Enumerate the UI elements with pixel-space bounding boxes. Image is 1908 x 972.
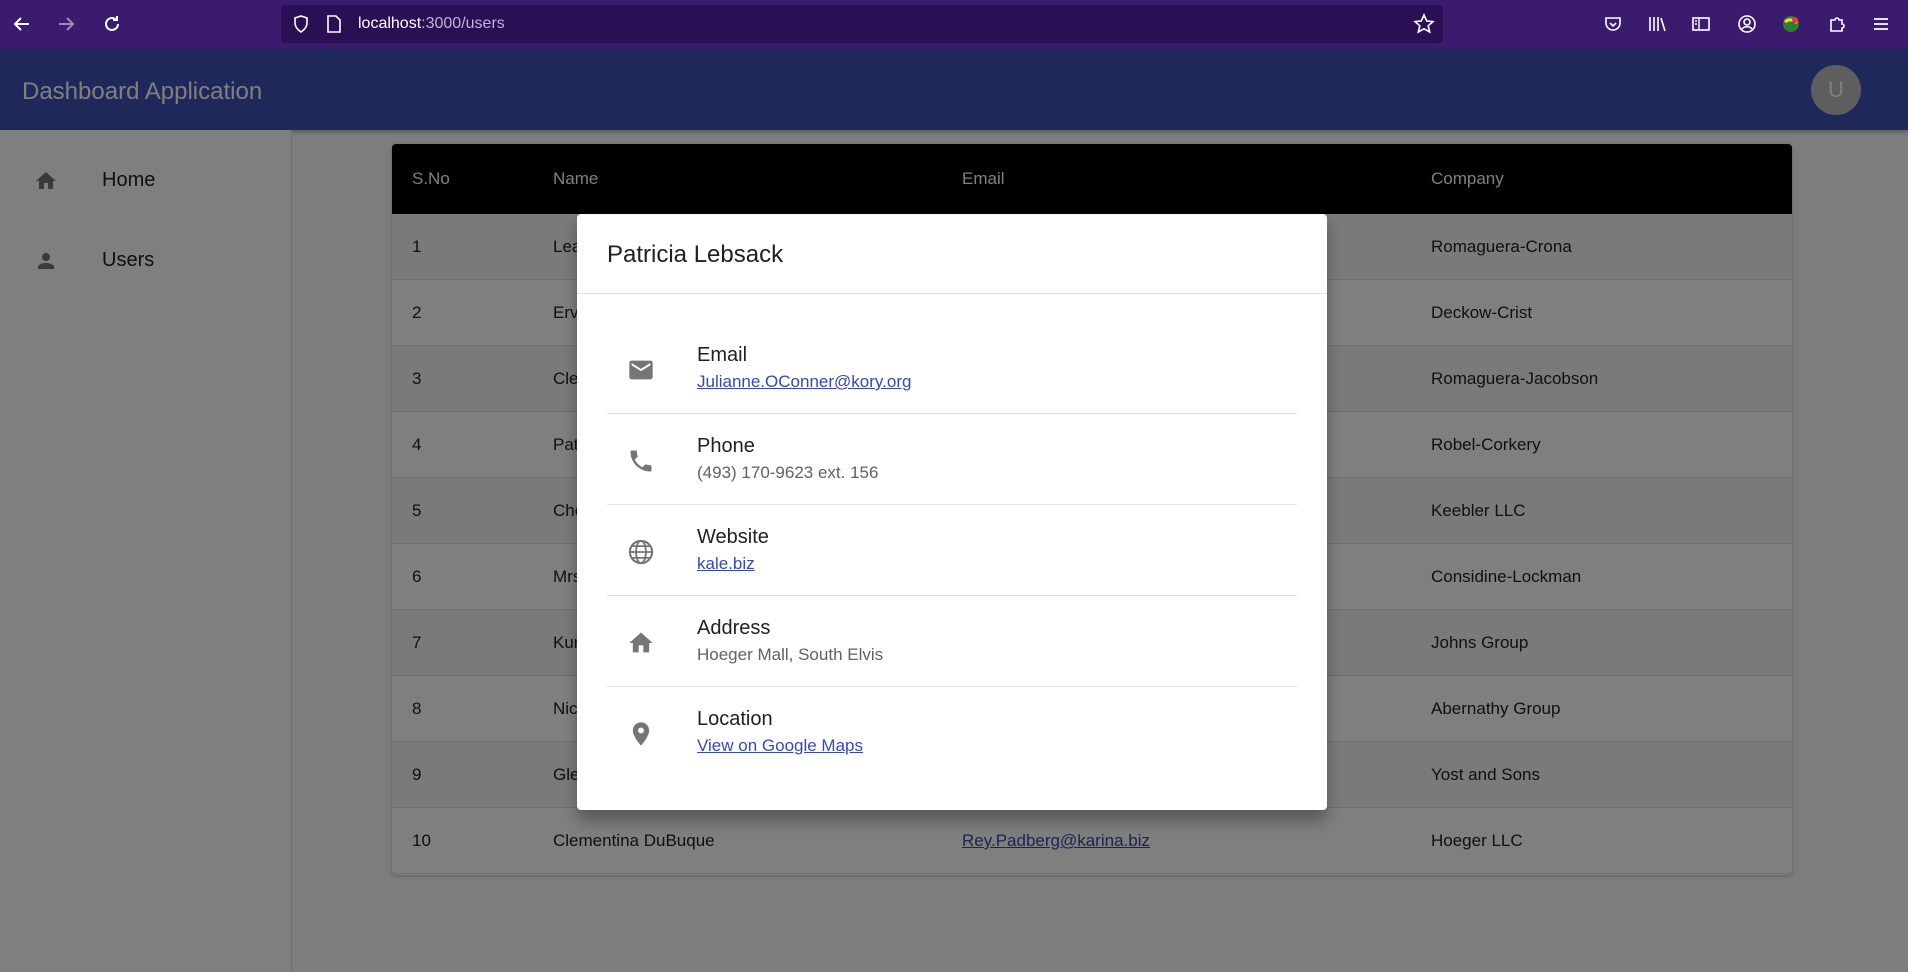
forward-arrow-icon — [59, 17, 75, 31]
email-link[interactable]: Julianne.OConner@kory.org — [697, 372, 911, 392]
detail-label: Phone — [697, 435, 755, 457]
detail-phone: Phone (493) 170-9623 ext. 156 — [607, 414, 1297, 505]
back-arrow-icon — [13, 17, 29, 31]
user-details-dialog: Patricia Lebsack Email Julianne.OConner@… — [577, 214, 1327, 810]
extensions-puzzle-icon[interactable] — [1825, 12, 1849, 36]
menu-icon[interactable] — [1869, 12, 1893, 36]
detail-website: Website kale.biz — [607, 505, 1297, 596]
detail-label: Location — [697, 708, 773, 730]
sidebar-toggle-icon[interactable] — [1689, 12, 1713, 36]
dialog-divider — [577, 293, 1327, 294]
dialog-title: Patricia Lebsack — [607, 241, 784, 268]
extension-globe-icon[interactable] — [1779, 12, 1803, 36]
detail-address: Address Hoeger Mall, South Elvis — [607, 596, 1297, 687]
detail-email: Email Julianne.OConner@kory.org — [607, 323, 1297, 414]
reload-button[interactable] — [98, 10, 126, 38]
globe-icon — [628, 539, 654, 565]
forward-button[interactable] — [52, 10, 80, 38]
detail-label: Email — [697, 344, 748, 366]
bookmark-star-icon[interactable] — [1413, 13, 1435, 35]
mail-icon — [629, 360, 653, 380]
reload-icon — [105, 16, 119, 31]
shield-icon — [294, 15, 308, 33]
browser-toolbar: localhost:3000/users — [0, 0, 1908, 49]
website-link[interactable]: kale.biz — [697, 554, 755, 574]
detail-location: Location View on Google Maps — [607, 687, 1297, 778]
modal-backdrop-top[interactable] — [0, 49, 1908, 130]
phone-value: (493) 170-9623 ext. 156 — [697, 463, 879, 482]
address-value: Hoeger Mall, South Elvis — [697, 645, 884, 664]
location-pin-icon — [632, 722, 650, 746]
phone-icon — [630, 450, 652, 472]
back-button[interactable] — [8, 10, 36, 38]
pocket-icon[interactable] — [1601, 12, 1625, 36]
detail-label: Website — [697, 526, 769, 548]
account-icon[interactable] — [1735, 12, 1759, 36]
url-text: localhost:3000/users — [358, 15, 505, 32]
page-icon — [327, 15, 341, 33]
address-bar[interactable]: localhost:3000/users — [281, 5, 1443, 43]
google-maps-link[interactable]: View on Google Maps — [697, 736, 863, 756]
detail-label: Address — [697, 617, 771, 639]
home-icon — [629, 632, 653, 653]
library-icon[interactable] — [1645, 12, 1669, 36]
